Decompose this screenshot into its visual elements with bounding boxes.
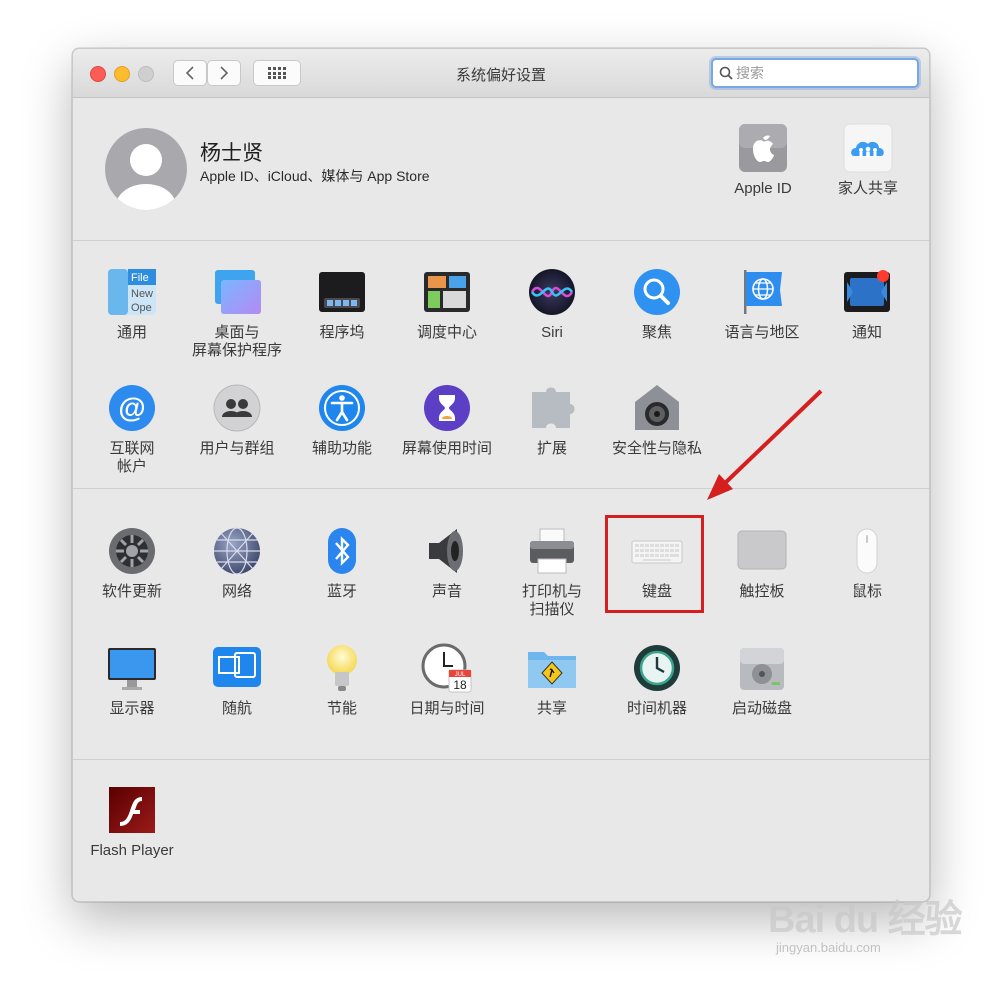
watermark-url: jingyan.baidu.com [776, 940, 881, 955]
pref-label: 时间机器 [626, 700, 687, 717]
sharing-icon [526, 642, 578, 694]
pref-label: 节能 [326, 700, 357, 717]
pref-sharing[interactable]: 共享 [500, 642, 604, 718]
red-arrow-icon [707, 389, 823, 500]
system-preferences-window: 系统偏好设置 杨士贤 Apple ID、iCloud、媒体与 App Store… [72, 48, 930, 902]
watermark-logo: Bai du 经验 [768, 899, 963, 941]
pref-energy-saver[interactable]: 节能 [290, 642, 394, 718]
pref-label: 显示器 [109, 700, 155, 717]
pref-label: 日期与时间 [409, 700, 485, 717]
pref-label: Flash Player [90, 842, 174, 859]
pref-displays[interactable]: 显示器 [80, 642, 184, 718]
date-time-icon: JUL 18 [421, 642, 473, 694]
time-machine-icon [631, 642, 683, 694]
pref-date-time[interactable]: JUL 18 日期与时间 [395, 642, 499, 718]
pref-time-machine[interactable]: 时间机器 [605, 642, 709, 718]
pref-label: 共享 [536, 700, 567, 717]
pref-startup-disk[interactable]: 启动磁盘 [710, 642, 814, 718]
pref-sidecar[interactable]: 随航 [185, 642, 289, 718]
pref-flash-player[interactable]: Flash Player [80, 784, 184, 860]
separator [73, 759, 929, 760]
sidecar-icon [211, 642, 263, 694]
displays-icon [106, 642, 158, 694]
flash-player-icon [106, 784, 158, 836]
pref-label: 随航 [221, 700, 252, 717]
pref-label: 启动磁盘 [731, 700, 792, 717]
svg-text:18: 18 [453, 678, 467, 692]
startup-disk-icon [736, 642, 788, 694]
energy-saver-icon [316, 642, 368, 694]
